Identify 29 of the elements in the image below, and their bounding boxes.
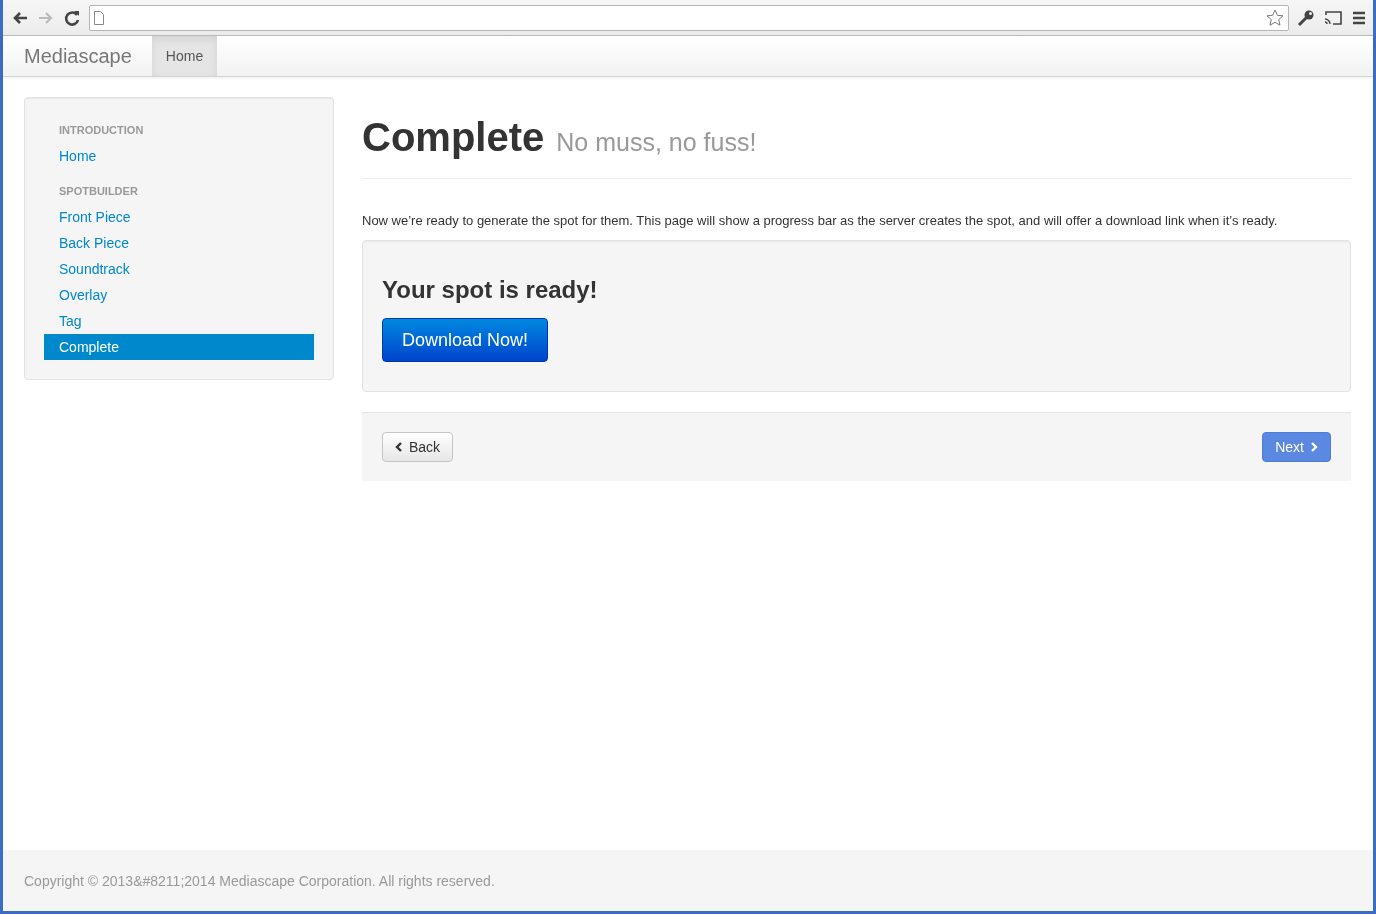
page-subtitle: No muss, no fuss! [556, 128, 757, 157]
cast-icon[interactable] [1323, 9, 1343, 26]
next-button[interactable]: Next [1262, 432, 1331, 462]
sidebar-heading: INTRODUCTION [58, 123, 145, 138]
back-button[interactable]: Back [382, 432, 454, 462]
nav-tab[interactable]: Home [151, 36, 218, 76]
back-arrow-icon[interactable] [11, 9, 29, 26]
sidebar-item[interactable]: Home [44, 143, 314, 169]
download-button[interactable]: Download Now! [382, 318, 549, 362]
copyright-text: Copyright © 2013&#8211;2014 Mediascape Corporation. All rights reserved. [24, 872, 495, 889]
chevron-left-icon [395, 442, 403, 452]
brand-name[interactable]: Mediascape [3, 36, 152, 76]
sidebar-heading: SPOTBUILDER [58, 184, 139, 199]
result-heading: Your spot is ready! [382, 276, 599, 304]
page-title: Complete [362, 114, 545, 160]
sidebar-item[interactable]: Overlay [44, 282, 314, 308]
intro-paragraph: Now we’re ready to generate the spot for them. This page will show a progress bar as the server creates the spot, and will offer a download link when it’s ready. [362, 212, 1279, 230]
address-field[interactable] [89, 4, 1289, 31]
star-icon[interactable] [1266, 8, 1284, 27]
wrench-icon[interactable] [1297, 8, 1315, 27]
sidebar-item[interactable]: Complete [44, 334, 314, 360]
page-icon [94, 10, 104, 25]
sidebar-item[interactable]: Tag [44, 308, 314, 334]
chevron-right-icon [1310, 442, 1318, 452]
sidebar-item[interactable]: Front Piece [44, 204, 314, 230]
reload-icon[interactable] [63, 8, 81, 27]
sidebar-item[interactable]: Back Piece [44, 230, 314, 256]
menu-icon[interactable] [1351, 10, 1367, 25]
sidebar-item[interactable]: Soundtrack [44, 256, 314, 282]
